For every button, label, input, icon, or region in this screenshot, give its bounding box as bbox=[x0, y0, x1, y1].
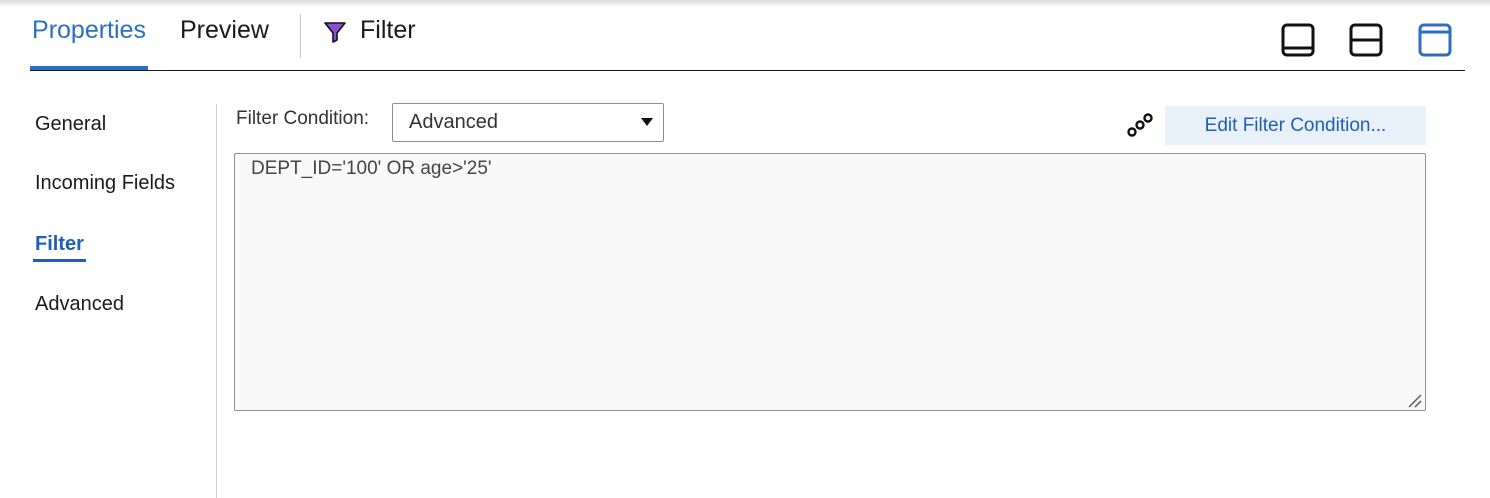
panel-split-icon[interactable] bbox=[1348, 22, 1384, 58]
filter-condition-select[interactable]: Advanced bbox=[392, 103, 664, 142]
filter-condition-textarea[interactable]: DEPT_ID='100' OR age>'25' bbox=[234, 153, 1426, 411]
sidebar: General Incoming Fields Filter Advanced bbox=[0, 104, 217, 498]
tab-filter-label: Filter bbox=[360, 16, 416, 44]
window-top-strip bbox=[0, 0, 1490, 8]
sidebar-item-general[interactable]: General bbox=[35, 113, 106, 136]
edit-filter-condition-button[interactable]: Edit Filter Condition... bbox=[1165, 106, 1426, 145]
funnel-icon bbox=[324, 22, 346, 43]
tab-properties[interactable]: Properties bbox=[30, 8, 148, 70]
chevron-down-icon bbox=[641, 118, 653, 126]
link-chain-icon[interactable] bbox=[1126, 112, 1154, 138]
sidebar-item-filter[interactable]: Filter bbox=[33, 233, 86, 262]
tab-preview[interactable]: Preview bbox=[180, 8, 269, 70]
tab-filter[interactable]: Filter bbox=[323, 8, 416, 70]
sidebar-item-incoming-fields[interactable]: Incoming Fields bbox=[35, 172, 175, 195]
tab-divider bbox=[300, 14, 301, 58]
sidebar-item-advanced[interactable]: Advanced bbox=[35, 293, 124, 316]
panel-maximize-icon[interactable] bbox=[1417, 22, 1453, 58]
filter-condition-value: Advanced bbox=[409, 111, 498, 133]
filter-condition-text: DEPT_ID='100' OR age>'25' bbox=[251, 158, 492, 179]
tab-bar: Properties Preview Filter bbox=[30, 8, 1465, 71]
resize-grip-icon[interactable] bbox=[1405, 391, 1423, 409]
panel-bottom-icon[interactable] bbox=[1280, 22, 1316, 58]
filter-condition-label: Filter Condition: bbox=[236, 108, 370, 129]
